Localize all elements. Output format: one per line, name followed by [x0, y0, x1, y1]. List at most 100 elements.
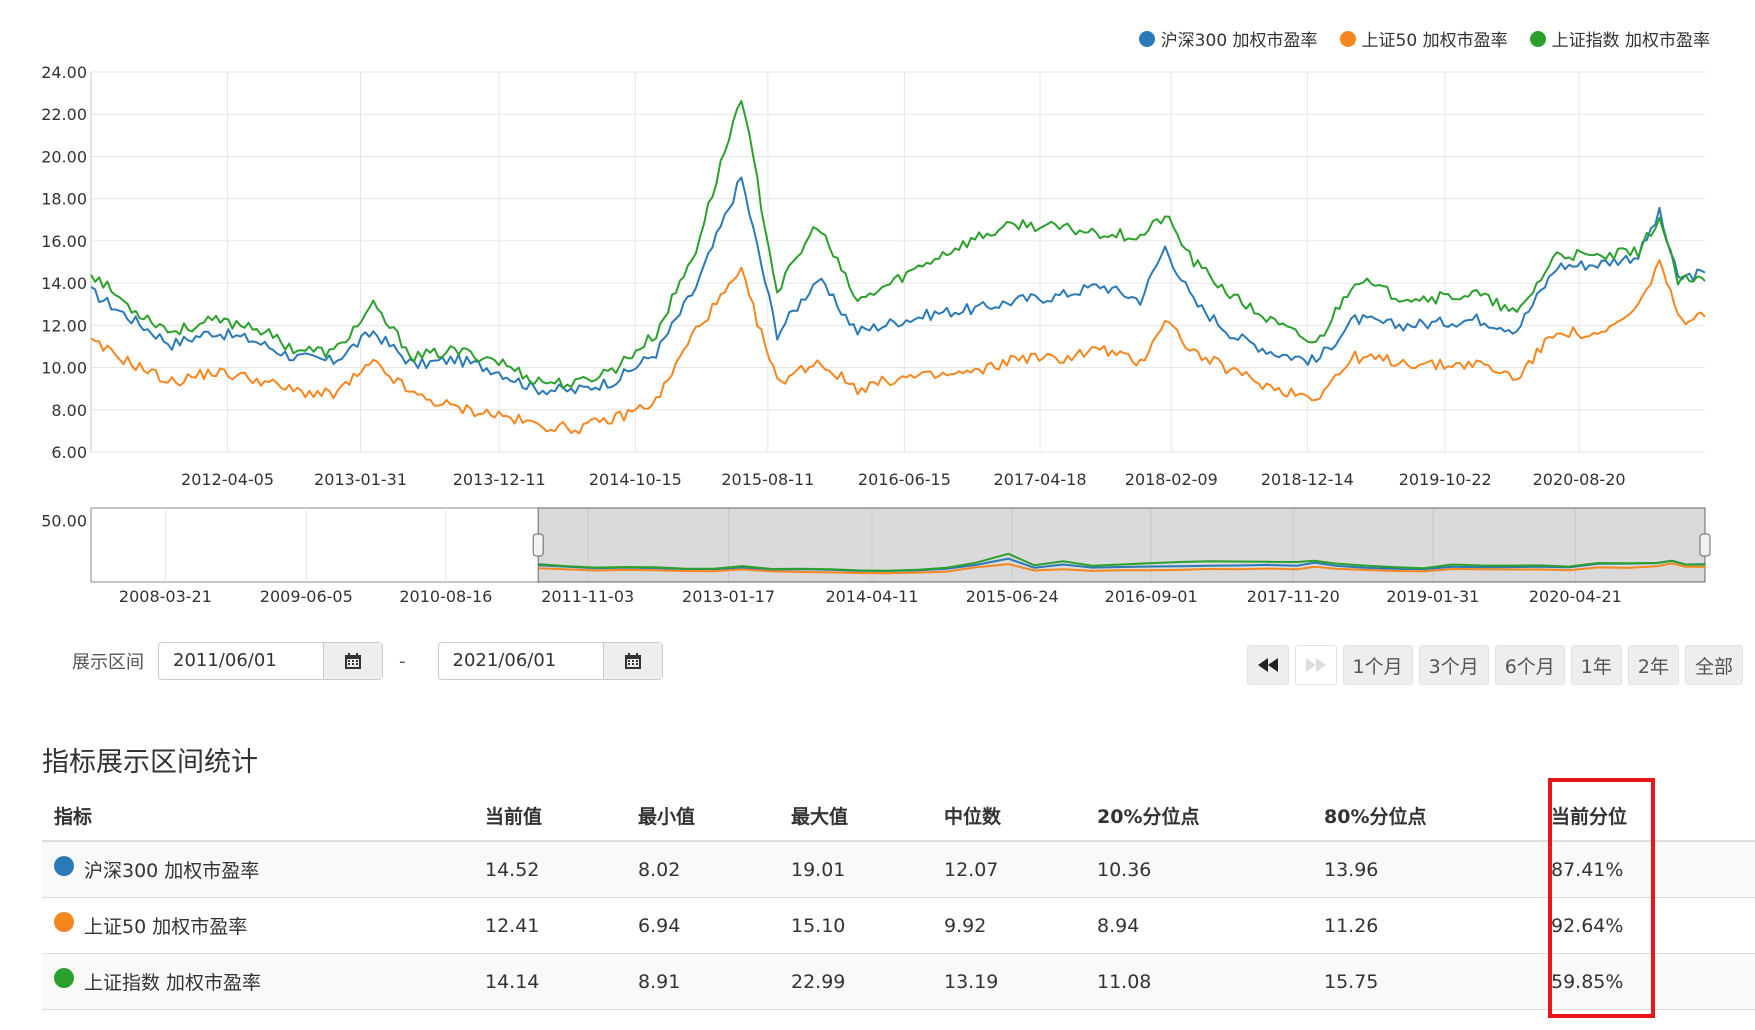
col-header: 最小值	[638, 790, 791, 842]
y-tick-label: 10.00	[41, 359, 87, 378]
navigator-x-tick-label: 2011-11-03	[541, 587, 634, 606]
table-cell: 9.92	[944, 897, 1097, 954]
col-header: 指标	[42, 790, 485, 842]
y-tick-label: 16.00	[41, 232, 87, 251]
table-cell: 14.52	[485, 841, 638, 898]
legend-marker-icon	[1529, 30, 1546, 47]
table-cell: 11.08	[1097, 953, 1324, 1010]
navigator-right-handle[interactable]	[1699, 533, 1711, 557]
rewind-button[interactable]	[1246, 645, 1289, 685]
navigator-x-tick-label: 2013-01-17	[682, 587, 775, 606]
y-tick-label: 20.00	[41, 147, 87, 166]
quick-range-buttons: 1个月 3个月 6个月 1年 2年 全部	[1246, 645, 1743, 685]
calendar-icon[interactable]	[602, 643, 662, 679]
legend-item-hs300[interactable]: 沪深300 加权市盈率	[1138, 26, 1318, 51]
x-tick-label: 2014-10-15	[589, 470, 682, 489]
range-1m-button[interactable]: 1个月	[1342, 645, 1413, 685]
stats-table: 指标 当前值 最小值 最大值 中位数 20%分位点 80%分位点 当前分位 沪深…	[42, 790, 1755, 1010]
range-dash: -	[399, 650, 406, 672]
calendar-icon[interactable]	[323, 643, 382, 679]
table-cell: 8.02	[638, 841, 791, 898]
col-header: 中位数	[944, 790, 1097, 842]
start-date-field[interactable]: 2011/06/01	[158, 642, 383, 680]
legend-label: 上证指数 加权市盈率	[1551, 31, 1710, 51]
table-row: 上证50 加权市盈率 12.41 6.94 15.10 9.92 8.94 11…	[42, 897, 1755, 954]
x-tick-label: 2019-10-22	[1399, 470, 1492, 489]
series-line-sz50	[90, 259, 1706, 435]
y-tick-label: 12.00	[41, 316, 87, 335]
row-name: 上证50 加权市盈率	[84, 916, 248, 938]
table-cell: 12.07	[944, 841, 1097, 898]
navigator-x-tick-label: 2019-01-31	[1386, 587, 1479, 606]
forward-button[interactable]	[1294, 645, 1337, 685]
navigator-x-tick-label: 2014-04-11	[825, 587, 918, 606]
x-tick-label: 2017-04-18	[994, 470, 1087, 489]
table-cell: 13.96	[1324, 841, 1551, 898]
current-percentile-highlight	[1548, 778, 1655, 1018]
navigator-x-tick-label: 2020-04-21	[1529, 587, 1622, 606]
range-3m-button[interactable]: 3个月	[1418, 645, 1489, 685]
navigator-x-tick-label: 2017-11-20	[1247, 587, 1340, 606]
table-cell: 14.14	[485, 953, 638, 1010]
table-cell: 12.41	[485, 897, 638, 954]
table-cell: 6.94	[638, 897, 791, 954]
legend-marker-icon	[1138, 30, 1155, 47]
navigator-x-tick-label: 2009-06-05	[260, 587, 353, 606]
y-tick-label: 8.00	[51, 401, 87, 420]
pe-ratio-chart: 24.00 22.00 20.00 18.00 16.00 14.00 12.00 10.00…	[41, 63, 1711, 606]
range-2y-button[interactable]: 2年	[1627, 645, 1679, 685]
series-dot-icon	[54, 911, 74, 932]
x-tick-label: 2013-01-31	[314, 470, 407, 489]
table-row: 沪深300 加权市盈率 14.52 8.02 19.01 12.07 10.36…	[42, 841, 1755, 898]
range-1y-button[interactable]: 1年	[1570, 645, 1622, 685]
table-cell: 11.26	[1324, 897, 1551, 954]
col-header: 当前值	[485, 790, 638, 842]
legend-item-sz50[interactable]: 上证50 加权市盈率	[1339, 26, 1508, 51]
table-cell: 8.91	[638, 953, 791, 1010]
series-line-shindex	[90, 100, 1706, 390]
series-dot-icon	[54, 855, 74, 876]
navigator-left-handle[interactable]	[532, 533, 544, 557]
table-cell: 19.01	[791, 841, 944, 898]
range-all-button[interactable]: 全部	[1684, 645, 1743, 685]
col-header: 20%分位点	[1097, 790, 1324, 842]
table-cell: 15.10	[791, 897, 944, 954]
stats-section-title: 指标展示区间统计	[42, 747, 258, 778]
start-date-input[interactable]: 2011/06/01	[159, 643, 323, 679]
row-name: 沪深300 加权市盈率	[84, 860, 260, 882]
table-cell: 13.19	[944, 953, 1097, 1010]
navigator-x-tick-label: 2016-09-01	[1105, 587, 1198, 606]
table-row: 上证指数 加权市盈率 14.14 8.91 22.99 13.19 11.08 …	[42, 953, 1755, 1010]
table-cell: 10.36	[1097, 841, 1324, 898]
x-tick-label: 2020-08-20	[1533, 470, 1626, 489]
range-6m-button[interactable]: 6个月	[1494, 645, 1565, 685]
table-cell: 15.75	[1324, 953, 1551, 1010]
table-cell: 22.99	[791, 953, 944, 1010]
legend-item-shindex[interactable]: 上证指数 加权市盈率	[1529, 26, 1710, 51]
table-header-row: 指标 当前值 最小值 最大值 中位数 20%分位点 80%分位点 当前分位	[42, 790, 1755, 842]
end-date-field[interactable]: 2021/06/01	[437, 642, 663, 680]
navigator-x-tick-label: 2015-06-24	[966, 587, 1059, 606]
col-header: 80%分位点	[1324, 790, 1551, 842]
col-header: 最大值	[791, 790, 944, 842]
rewind-icon	[1257, 658, 1278, 672]
end-date-input[interactable]: 2021/06/01	[439, 643, 603, 679]
range-label: 展示区间	[72, 652, 144, 673]
y-tick-label: 22.00	[41, 105, 87, 124]
y-tick-label: 18.00	[41, 190, 87, 209]
x-tick-label: 2013-12-11	[453, 470, 546, 489]
forward-icon	[1305, 658, 1326, 672]
legend-marker-icon	[1339, 30, 1356, 47]
x-tick-label: 2018-02-09	[1125, 470, 1218, 489]
y-tick-label: 6.00	[51, 443, 87, 462]
x-tick-label: 2012-04-05	[181, 470, 274, 489]
legend-label: 沪深300 加权市盈率	[1160, 31, 1318, 51]
legend-label: 上证50 加权市盈率	[1361, 31, 1508, 51]
x-tick-label: 2018-12-14	[1261, 470, 1354, 489]
x-tick-label: 2015-08-11	[721, 470, 814, 489]
y-tick-label: 24.00	[41, 63, 87, 82]
date-range-selector: 展示区间 2011/06/01 - 2021/06/01	[72, 642, 663, 680]
navigator-x-tick-label: 2008-03-21	[119, 587, 212, 606]
navigator-y-tick-label: 50.00	[41, 511, 87, 530]
series-line-hs300	[90, 176, 1706, 396]
